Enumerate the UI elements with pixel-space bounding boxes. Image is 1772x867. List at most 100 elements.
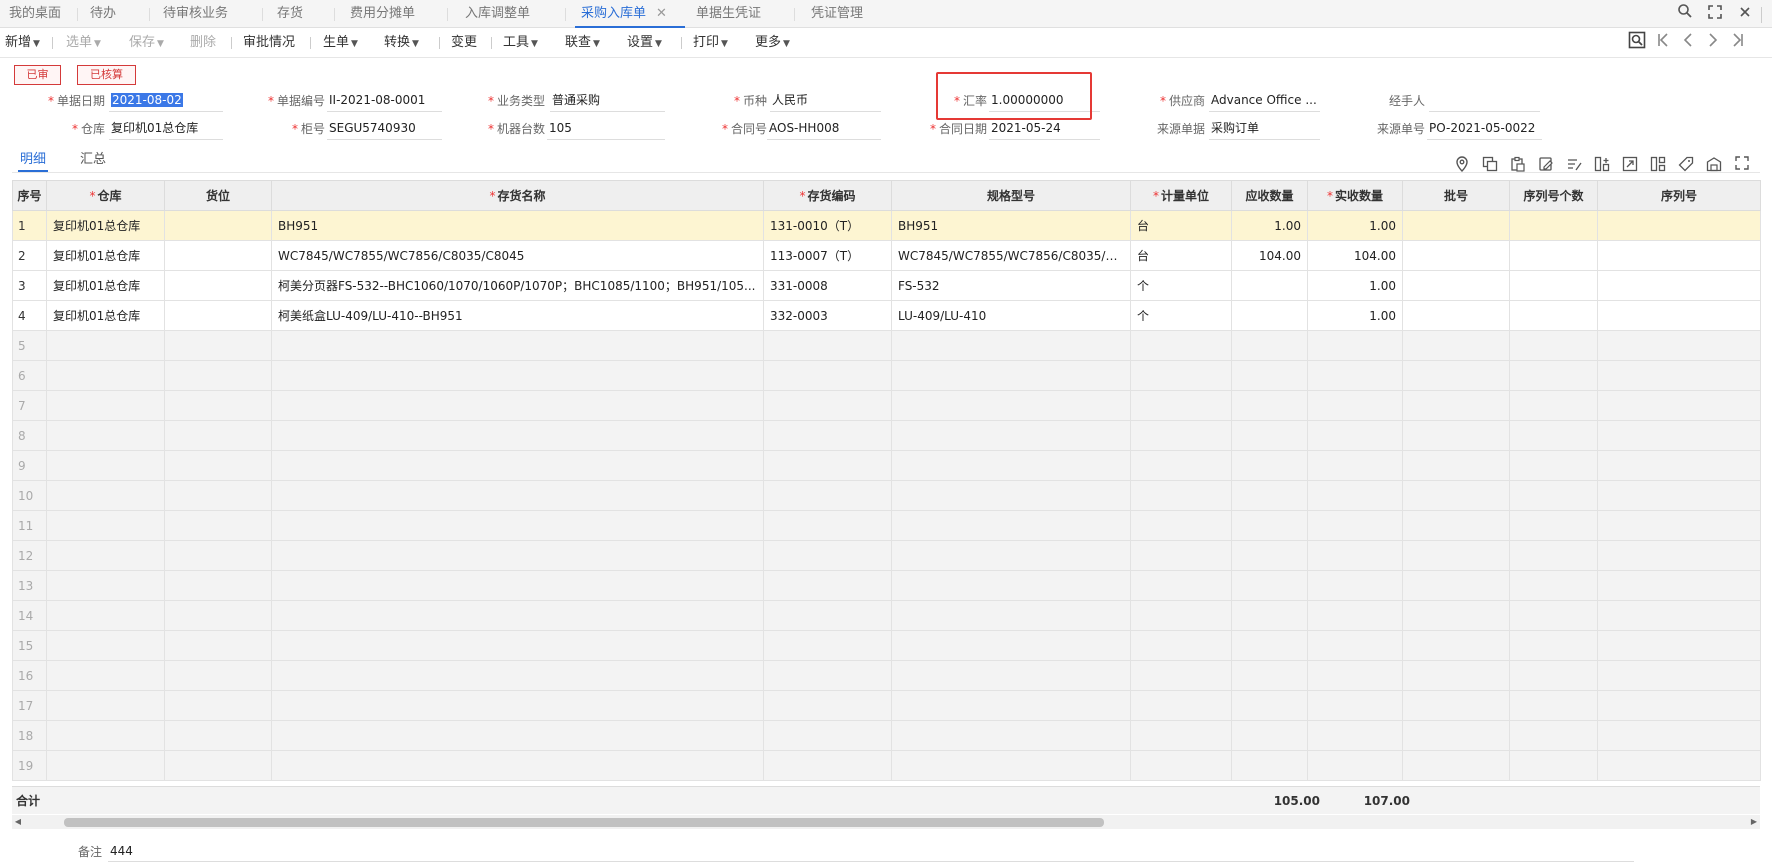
cell-qty-received[interactable] [1307,750,1403,781]
change-button[interactable]: 变更 [451,28,477,58]
preview-search-icon[interactable] [1626,31,1648,55]
export-icon[interactable] [1621,156,1639,174]
cell-location[interactable] [164,210,272,241]
source-no-field[interactable]: PO-2021-05-0022 [1427,118,1542,140]
cell-spec[interactable]: FS-532 [891,270,1131,301]
cell-batch[interactable] [1402,750,1510,781]
cell-spec[interactable] [891,480,1131,511]
scrollbar-thumb[interactable] [64,818,1104,827]
cell-spec[interactable] [891,450,1131,481]
cell-serial-no[interactable] [1597,300,1761,331]
cell-batch[interactable] [1402,330,1510,361]
generate-doc-button[interactable]: 生单 ▼ [323,28,358,58]
tab-inbound-adjustment[interactable]: 入库调整单 [465,0,530,28]
cell-qty-received[interactable]: 1.00 [1307,300,1403,331]
cell-spec[interactable] [891,600,1131,631]
cell-qty-due[interactable]: 1.00 [1231,210,1308,241]
cell-unit[interactable] [1130,450,1232,481]
cell-batch[interactable] [1402,630,1510,661]
empty-table-row[interactable]: 14 [12,600,1761,631]
biz-type-field[interactable]: 普通采购 [550,90,665,112]
query-button[interactable]: 联查 ▼ [565,28,600,58]
cell-qty-received[interactable] [1307,390,1403,421]
cell-serial-no[interactable] [1597,660,1761,691]
cell-serial-no[interactable] [1597,600,1761,631]
cell-location[interactable] [164,240,272,271]
empty-table-row[interactable]: 8 [12,420,1761,451]
cell-serial-no[interactable] [1597,510,1761,541]
cell-location[interactable] [164,600,272,631]
table-row[interactable]: 1 复印机01总仓库 BH951 131-0010（T） BH951 台 1.00 1.00 [12,210,1761,241]
cell-unit[interactable]: 台 [1130,240,1232,271]
cell-item-code[interactable] [763,480,892,511]
cell-qty-due[interactable] [1231,300,1308,331]
cell-unit[interactable] [1130,630,1232,661]
cell-qty-received[interactable] [1307,540,1403,571]
fullscreen-icon[interactable] [1703,2,1727,26]
cell-location[interactable] [164,510,272,541]
cell-item-name[interactable] [271,480,764,511]
cell-qty-received[interactable] [1307,570,1403,601]
cell-qty-due[interactable] [1231,630,1308,661]
cell-warehouse[interactable] [46,420,165,451]
cell-warehouse[interactable] [46,510,165,541]
col-header-unit[interactable]: * 计量单位 [1130,180,1232,211]
cell-spec[interactable]: BH951 [891,210,1131,241]
cell-batch[interactable] [1402,690,1510,721]
empty-table-row[interactable]: 17 [12,690,1761,721]
cell-serial-no[interactable] [1597,360,1761,391]
cell-warehouse[interactable] [46,630,165,661]
col-header-serial-no[interactable]: 序列号 [1597,180,1761,211]
cell-qty-received[interactable] [1307,360,1403,391]
cell-serial-count[interactable] [1509,690,1598,721]
save-button[interactable]: 保存 ▼ [129,28,164,58]
cell-item-code[interactable] [763,750,892,781]
cell-serial-count[interactable] [1509,360,1598,391]
cell-batch[interactable] [1402,300,1510,331]
cell-batch[interactable] [1402,390,1510,421]
cell-location[interactable] [164,660,272,691]
cell-qty-due[interactable] [1231,450,1308,481]
col-header-spec[interactable]: 规格型号 [891,180,1131,211]
first-record-icon[interactable] [1652,31,1674,55]
tag-icon[interactable] [1677,156,1695,174]
col-header-warehouse[interactable]: * 仓库 [46,180,165,211]
empty-table-row[interactable]: 15 [12,630,1761,661]
contract-date-field[interactable]: 2021-05-24 [989,118,1100,140]
cell-location[interactable] [164,690,272,721]
cell-batch[interactable] [1402,510,1510,541]
cell-location[interactable] [164,570,272,601]
split-row-icon[interactable] [1649,156,1667,174]
cell-warehouse[interactable] [46,600,165,631]
cell-qty-due[interactable] [1231,390,1308,421]
cell-item-code[interactable] [763,510,892,541]
close-icon[interactable]: ✕ [656,6,667,21]
cell-unit[interactable] [1130,330,1232,361]
cell-item-name[interactable]: 柯美分页器FS-532--BHC1060/1070/1060P/1070P；BH… [271,270,764,301]
cell-serial-no[interactable] [1597,630,1761,661]
cell-warehouse[interactable] [46,360,165,391]
cell-serial-no[interactable] [1597,390,1761,421]
cell-qty-received[interactable] [1307,720,1403,751]
cell-item-code[interactable]: 332-0003 [763,300,892,331]
cell-warehouse[interactable] [46,570,165,601]
cell-qty-due[interactable] [1231,330,1308,361]
cell-qty-received[interactable]: 1.00 [1307,270,1403,301]
horizontal-scrollbar[interactable]: ◀ ▶ [12,815,1760,829]
empty-table-row[interactable]: 5 [12,330,1761,361]
cell-unit[interactable]: 个 [1130,270,1232,301]
cell-item-name[interactable] [271,540,764,571]
cell-serial-no[interactable] [1597,240,1761,271]
cell-qty-received[interactable] [1307,510,1403,541]
cell-unit[interactable] [1130,540,1232,571]
cell-unit[interactable] [1130,510,1232,541]
cell-qty-due[interactable] [1231,510,1308,541]
cell-unit[interactable] [1130,360,1232,391]
cell-warehouse[interactable]: 复印机01总仓库 [46,300,165,331]
cell-qty-due[interactable] [1231,750,1308,781]
cell-unit[interactable] [1130,690,1232,721]
cell-serial-no[interactable] [1597,420,1761,451]
cell-item-code[interactable] [763,600,892,631]
cell-serial-no[interactable] [1597,270,1761,301]
cell-serial-no[interactable] [1597,690,1761,721]
